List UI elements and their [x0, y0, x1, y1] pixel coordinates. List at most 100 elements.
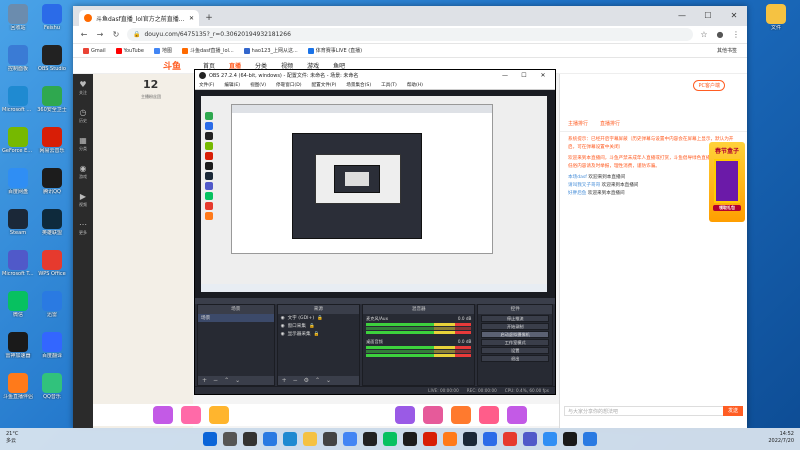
desktop-shortcut[interactable]: WPS Office — [36, 250, 68, 277]
teams-icon[interactable] — [523, 432, 537, 446]
star-icon[interactable]: ☆ — [699, 30, 709, 39]
maximize-icon[interactable]: ☐ — [516, 72, 532, 79]
steam-icon[interactable] — [463, 432, 477, 446]
desktop-shortcut[interactable]: 百度翻译 — [36, 332, 68, 359]
down-icon[interactable]: ⌄ — [326, 377, 331, 384]
lock-icon[interactable]: 🔒 — [314, 332, 320, 337]
source-item[interactable]: ◉ 文字 (GDI+) 🔒 — [278, 314, 360, 322]
sidebar-item[interactable]: ♥ 关注 — [73, 74, 93, 102]
remove-icon[interactable]: − — [213, 377, 218, 384]
obs-menu-item[interactable]: 文件(F) — [199, 82, 214, 88]
netease-music-icon[interactable] — [423, 432, 437, 446]
sidebar-item[interactable]: ▦ 分类 — [73, 130, 93, 158]
back-icon[interactable]: ← — [79, 30, 89, 39]
desktop-shortcut[interactable]: 英雄联盟 — [36, 209, 68, 236]
desktop-shortcut[interactable]: 回收站 — [2, 4, 34, 31]
obs-menu-item[interactable]: 视图(V) — [250, 82, 266, 88]
menu-icon[interactable]: ⋮ — [731, 30, 741, 39]
add-icon[interactable]: + — [282, 377, 287, 384]
desktop-shortcut[interactable]: Microsoft Edge — [2, 86, 34, 113]
obs-menu-item[interactable]: 配置文件(P) — [312, 82, 337, 88]
add-icon[interactable]: + — [202, 377, 207, 384]
desktop-shortcut[interactable]: 腾讯QQ — [36, 168, 68, 195]
pc-client-button[interactable]: PC客户端 — [693, 80, 725, 91]
browser-tab[interactable]: 斗鱼dasf直播_lol官方之前直播... ✕ — [79, 10, 199, 26]
explorer-icon[interactable] — [303, 432, 317, 446]
up-icon[interactable]: ⌃ — [315, 377, 320, 384]
desktop-shortcut[interactable]: OBS Studio — [36, 45, 68, 72]
chat-tab[interactable]: 直播排行 — [600, 120, 620, 127]
gift-icon[interactable] — [395, 406, 415, 424]
eye-icon[interactable]: ◉ — [281, 332, 285, 337]
volume-slider[interactable] — [366, 331, 472, 334]
desktop-shortcut[interactable]: 百度网盘 — [2, 168, 34, 195]
widgets-icon[interactable] — [263, 432, 277, 446]
control-button[interactable]: 工作室模式 — [481, 339, 549, 346]
desktop-shortcut[interactable]: 360安全卫士 — [36, 86, 68, 113]
obs-preview[interactable] — [195, 90, 555, 298]
new-tab-button[interactable]: + — [202, 11, 216, 25]
desktop-shortcut[interactable]: GeForce Experience — [2, 127, 34, 154]
promo-banner[interactable]: 春节盒子 领取礼包 — [709, 142, 745, 222]
edge-icon[interactable] — [283, 432, 297, 446]
control-button[interactable]: 退出 — [481, 355, 549, 362]
desktop-shortcut[interactable]: 斗鱼直播伴侣 — [2, 373, 34, 400]
desktop-shortcut[interactable]: 控制面板 — [2, 45, 34, 72]
desktop-shortcut[interactable]: Microsoft Teams — [2, 250, 34, 277]
bookmark-item[interactable]: 斗鱼dasf直播_lol... — [181, 47, 234, 54]
lock-icon[interactable]: 🔒 — [317, 316, 323, 321]
bookmark-item[interactable]: 地图 — [153, 47, 172, 54]
start-icon[interactable] — [203, 432, 217, 446]
control-button[interactable]: 开始录制 — [481, 323, 549, 330]
bookmark-item[interactable]: Gmail — [83, 47, 106, 54]
leishen-icon[interactable] — [563, 432, 577, 446]
reload-icon[interactable]: ↻ — [111, 30, 121, 39]
chat-user[interactable]: 请叫我叉子哥哥 — [568, 183, 602, 188]
desktop-shortcut[interactable]: Feishu — [36, 4, 68, 31]
douyu-logo[interactable]: 斗鱼 — [163, 59, 181, 72]
douyu-icon[interactable] — [443, 432, 457, 446]
other-bookmarks[interactable]: 其他书签 — [717, 47, 737, 54]
close-icon[interactable]: ✕ — [721, 6, 747, 24]
gift-icon[interactable] — [209, 406, 229, 424]
obs-icon[interactable] — [363, 432, 377, 446]
qq-icon[interactable] — [403, 432, 417, 446]
chat-tab[interactable]: 主播排行 — [568, 120, 588, 127]
gift-icon[interactable] — [423, 406, 443, 424]
obs-menu-item[interactable]: 场景集合(S) — [346, 82, 371, 88]
scene-item[interactable]: 场景 — [198, 314, 274, 322]
up-icon[interactable]: ⌃ — [224, 377, 229, 384]
send-button[interactable]: 发送 — [723, 406, 743, 416]
gift-icon[interactable] — [507, 406, 527, 424]
obs-menu-item[interactable]: 工具(T) — [381, 82, 397, 88]
weather-widget[interactable]: 21°C 多云 — [6, 431, 18, 445]
gift-icon[interactable] — [451, 406, 471, 424]
wechat-icon[interactable] — [383, 432, 397, 446]
gear-icon[interactable]: ⚙ — [304, 377, 309, 384]
url-field[interactable]: 🔒 douyu.com/6475135?_r=0.306201949321812… — [127, 28, 693, 41]
forward-icon[interactable]: → — [95, 30, 105, 39]
eye-icon[interactable]: ◉ — [281, 316, 285, 321]
wps-icon[interactable] — [503, 432, 517, 446]
chat-input[interactable]: 与大家分享你的想法吧 — [564, 406, 743, 416]
gift-icon[interactable] — [181, 406, 201, 424]
store-icon[interactable] — [323, 432, 337, 446]
desktop-shortcut[interactable]: QQ音乐 — [36, 373, 68, 400]
chat-user[interactable]: 好胖后鱼 — [568, 191, 588, 196]
minimize-icon[interactable]: — — [669, 6, 695, 24]
baidu-netdisk-icon[interactable] — [543, 432, 557, 446]
chrome-icon[interactable] — [343, 432, 357, 446]
system-tray-clock[interactable]: 14:52 2022/7/20 — [768, 431, 794, 445]
desktop-shortcut[interactable]: 迅雷 — [36, 291, 68, 318]
obs-menu-item[interactable]: 编辑(E) — [224, 82, 240, 88]
profile-icon[interactable]: ● — [715, 30, 725, 39]
down-icon[interactable]: ⌄ — [235, 377, 240, 384]
remove-icon[interactable]: − — [293, 377, 298, 384]
search-icon[interactable] — [223, 432, 237, 446]
control-button[interactable]: 设置 — [481, 347, 549, 354]
bookmark-item[interactable]: 体育赛事LIVE (直播) — [307, 47, 362, 54]
minimize-icon[interactable]: — — [497, 72, 513, 79]
desktop-shortcut[interactable]: 网易云音乐 — [36, 127, 68, 154]
sidebar-item[interactable]: ▶ 视频 — [73, 186, 93, 214]
desktop-shortcut[interactable]: 微信 — [2, 291, 34, 318]
